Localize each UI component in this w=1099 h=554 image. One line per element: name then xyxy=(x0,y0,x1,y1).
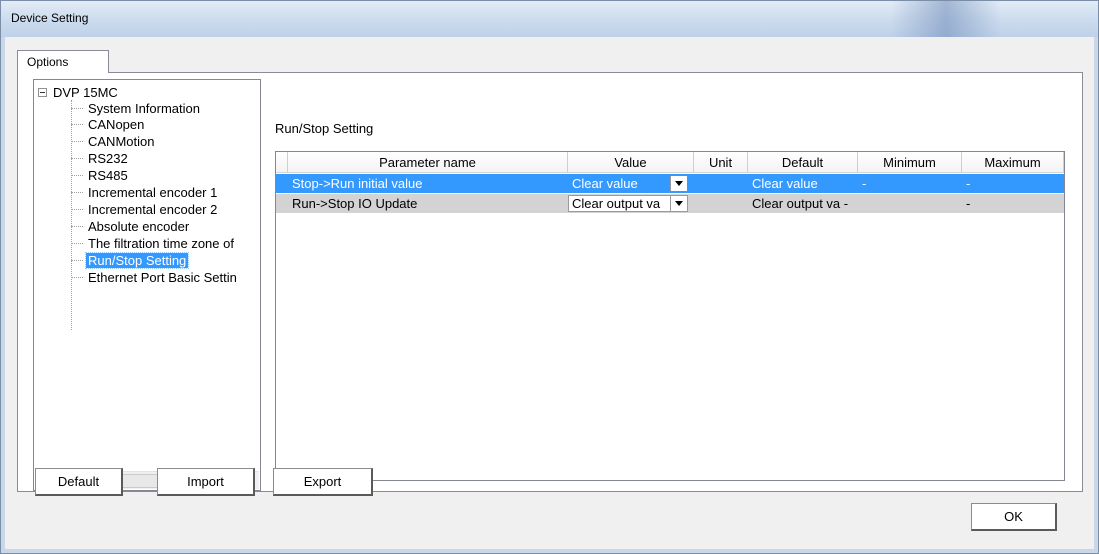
cell-default: Clear value xyxy=(752,176,818,191)
cell-parameter-name: Run->Stop IO Update xyxy=(292,196,418,211)
tree-item-canopen[interactable]: CANopen xyxy=(71,116,146,133)
export-button[interactable]: Export xyxy=(273,468,373,496)
cell-maximum: - xyxy=(966,196,971,211)
collapse-icon[interactable] xyxy=(38,88,47,97)
cell-minimum xyxy=(858,194,962,213)
column-header-parameter-name[interactable]: Parameter name xyxy=(288,152,568,173)
device-tree[interactable]: DVP 15MC System Information CANopen CANM… xyxy=(33,79,261,491)
table-row[interactable]: Stop->Run initial value Clear value Clea… xyxy=(276,174,1064,193)
tree-item-incremental-encoder-2[interactable]: Incremental encoder 2 xyxy=(71,201,219,218)
cell-default: Clear output va - xyxy=(752,196,849,211)
value-dropdown-text: Clear value xyxy=(572,176,638,191)
cell-minimum: - xyxy=(862,176,867,191)
window-title: Device Setting xyxy=(11,11,89,25)
chevron-down-icon[interactable] xyxy=(670,176,687,191)
column-header-maximum[interactable]: Maximum xyxy=(962,152,1064,173)
cell-maximum: - xyxy=(966,176,971,191)
tree-root-node[interactable]: DVP 15MC xyxy=(38,85,118,100)
title-bar[interactable]: Device Setting xyxy=(1,1,1098,37)
tree-item-incremental-encoder-1[interactable]: Incremental encoder 1 xyxy=(71,184,219,201)
value-dropdown[interactable]: Clear output va xyxy=(568,195,688,212)
tree-item-system-information[interactable]: System Information xyxy=(71,100,202,117)
tree-item-ethernet-port-basic-setting[interactable]: Ethernet Port Basic Settin xyxy=(71,269,239,286)
chevron-down-icon[interactable] xyxy=(670,196,687,211)
tree-item-filtration-time-zone[interactable]: The filtration time zone of xyxy=(71,235,236,252)
tree-root-label: DVP 15MC xyxy=(53,85,118,100)
parameter-grid[interactable]: Parameter name Value Unit Default Minimu… xyxy=(275,151,1065,481)
column-header-minimum[interactable]: Minimum xyxy=(858,152,962,173)
ok-button[interactable]: OK xyxy=(971,503,1057,531)
column-header-default[interactable]: Default xyxy=(748,152,858,173)
cell-parameter-name: Stop->Run initial value xyxy=(292,176,423,191)
tree-item-run-stop-setting[interactable]: Run/Stop Setting xyxy=(71,252,190,269)
row-header-corner xyxy=(276,152,288,173)
value-dropdown[interactable]: Clear value xyxy=(568,175,688,192)
import-button[interactable]: Import xyxy=(157,468,255,496)
cell-unit xyxy=(694,174,748,193)
tree-item-rs485[interactable]: RS485 xyxy=(71,167,130,184)
value-dropdown-text: Clear output va xyxy=(572,196,661,211)
tree-item-rs232[interactable]: RS232 xyxy=(71,150,130,167)
title-bar-controls xyxy=(891,1,1001,37)
default-button[interactable]: Default xyxy=(35,468,123,496)
table-row[interactable]: Run->Stop IO Update Clear output va Clea… xyxy=(276,194,1064,213)
column-header-value[interactable]: Value xyxy=(568,152,694,173)
tree-item-absolute-encoder[interactable]: Absolute encoder xyxy=(71,218,191,235)
column-header-unit[interactable]: Unit xyxy=(694,152,748,173)
section-title: Run/Stop Setting xyxy=(275,121,374,136)
device-setting-window: Device Setting Options DVP 15MC System I… xyxy=(0,0,1099,554)
grid-header: Parameter name Value Unit Default Minimu… xyxy=(276,152,1064,173)
dialog-body: Options DVP 15MC System Information CANo… xyxy=(5,37,1094,549)
tab-options[interactable]: Options xyxy=(17,50,109,73)
cell-unit xyxy=(694,194,748,213)
tree-item-canmotion[interactable]: CANMotion xyxy=(71,133,156,150)
